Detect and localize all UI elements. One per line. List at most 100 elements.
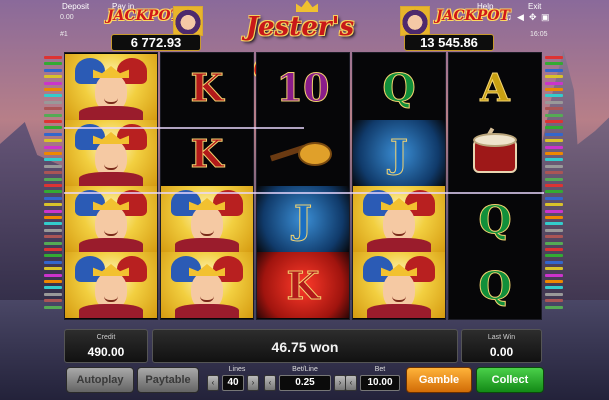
payline-marker[interactable] [44, 100, 62, 104]
payline-marker[interactable] [545, 299, 563, 303]
bet-decrease-button[interactable]: ‹ [345, 375, 357, 391]
payline-marker[interactable] [44, 152, 62, 155]
fullscreen-icon[interactable]: ✥ [529, 12, 537, 23]
payline-marker[interactable] [545, 254, 563, 258]
payline-marker[interactable] [44, 126, 62, 130]
sound-icon[interactable]: ◀ [517, 12, 524, 23]
payline-marker[interactable] [44, 107, 62, 111]
bet-line-decrease-button[interactable]: ‹ [264, 375, 276, 391]
payline-marker[interactable] [44, 292, 62, 296]
payline-marker[interactable] [44, 267, 62, 271]
payline-marker[interactable] [545, 62, 563, 66]
payline-marker[interactable] [44, 184, 62, 187]
paytable-button[interactable]: Paytable [137, 367, 199, 393]
payline-marker[interactable] [545, 305, 563, 309]
payline-marker[interactable] [545, 152, 563, 155]
payline-marker[interactable] [545, 132, 563, 136]
payline-marker[interactable] [545, 145, 563, 149]
collect-button[interactable]: Collect [476, 367, 544, 393]
payline-marker[interactable] [44, 286, 62, 290]
payline-marker[interactable] [545, 171, 563, 175]
payline-marker[interactable] [44, 177, 62, 181]
payline-marker[interactable] [545, 190, 563, 194]
lines-decrease-button[interactable]: ‹ [207, 375, 219, 391]
payline-marker[interactable] [545, 222, 563, 226]
payline-marker[interactable] [44, 132, 62, 136]
payline-marker[interactable] [44, 254, 62, 258]
payline-marker[interactable] [44, 62, 62, 66]
payline-marker[interactable] [545, 81, 563, 85]
bet-per-line-label: Bet/Line [292, 366, 318, 373]
payline-marker[interactable] [545, 75, 563, 79]
payline-marker[interactable] [44, 139, 62, 143]
payline-marker[interactable] [44, 235, 62, 239]
win-line [64, 192, 544, 194]
payline-marker[interactable] [44, 164, 62, 168]
payline-marker[interactable] [44, 216, 62, 219]
payline-marker[interactable] [44, 113, 62, 117]
payline-marker[interactable] [44, 228, 62, 232]
payline-marker[interactable] [44, 75, 62, 79]
bet-value: 10.00 [360, 375, 400, 391]
payline-marker[interactable] [44, 158, 62, 162]
payline-marker[interactable] [545, 292, 563, 296]
payline-marker[interactable] [545, 184, 563, 187]
payline-marker[interactable] [545, 280, 563, 283]
settings-icon[interactable]: ▣ [541, 12, 550, 23]
exit-link[interactable]: Exit [528, 2, 541, 11]
payline-marker[interactable] [44, 88, 62, 91]
payline-marker[interactable] [545, 164, 563, 168]
payline-marker[interactable] [44, 171, 62, 175]
payline-marker[interactable] [545, 107, 563, 111]
payline-marker[interactable] [545, 68, 563, 72]
payline-marker[interactable] [545, 56, 563, 59]
payline-marker[interactable] [545, 267, 563, 271]
payline-marker[interactable] [44, 222, 62, 226]
payline-marker[interactable] [44, 56, 62, 59]
payline-marker[interactable] [44, 305, 62, 309]
payline-marker[interactable] [44, 145, 62, 149]
jester-symbol-icon [353, 186, 445, 252]
payline-marker[interactable] [44, 248, 62, 251]
payline-marker[interactable] [44, 120, 62, 123]
jester-symbol-icon [161, 186, 253, 252]
payline-marker[interactable] [545, 88, 563, 91]
payline-marker[interactable] [545, 177, 563, 181]
payline-marker[interactable] [44, 203, 62, 207]
payline-marker[interactable] [44, 68, 62, 72]
payline-marker[interactable] [545, 139, 563, 143]
payline-marker[interactable] [44, 273, 62, 277]
payline-marker[interactable] [545, 273, 563, 277]
payline-marker[interactable] [545, 216, 563, 219]
payline-marker[interactable] [44, 209, 62, 213]
payline-marker[interactable] [545, 113, 563, 117]
payline-marker[interactable] [44, 241, 62, 245]
reel-cell: K [161, 54, 253, 120]
payline-marker[interactable] [545, 286, 563, 290]
payline-marker[interactable] [545, 228, 563, 232]
payline-marker[interactable] [545, 196, 563, 200]
payline-marker[interactable] [44, 280, 62, 283]
payline-marker[interactable] [44, 196, 62, 200]
payline-marker[interactable] [545, 94, 563, 98]
payline-marker[interactable] [545, 120, 563, 123]
payline-marker[interactable] [44, 81, 62, 85]
payline-marker[interactable] [545, 203, 563, 207]
payline-marker[interactable] [44, 190, 62, 194]
payline-marker[interactable] [44, 299, 62, 303]
gamble-button[interactable]: Gamble [406, 367, 472, 393]
payline-marker[interactable] [545, 209, 563, 213]
letter-symbol-A: A [480, 64, 511, 110]
payline-marker[interactable] [545, 241, 563, 245]
payline-marker[interactable] [545, 100, 563, 104]
payline-marker[interactable] [545, 248, 563, 251]
payline-marker[interactable] [545, 158, 563, 162]
payline-marker[interactable] [545, 235, 563, 239]
deposit-link[interactable]: Deposit [62, 2, 89, 11]
lines-increase-button[interactable]: › [247, 375, 259, 391]
autoplay-button[interactable]: Autoplay [66, 367, 134, 393]
payline-marker[interactable] [44, 260, 62, 264]
payline-marker[interactable] [545, 126, 563, 130]
payline-marker[interactable] [545, 260, 563, 264]
payline-marker[interactable] [44, 94, 62, 98]
